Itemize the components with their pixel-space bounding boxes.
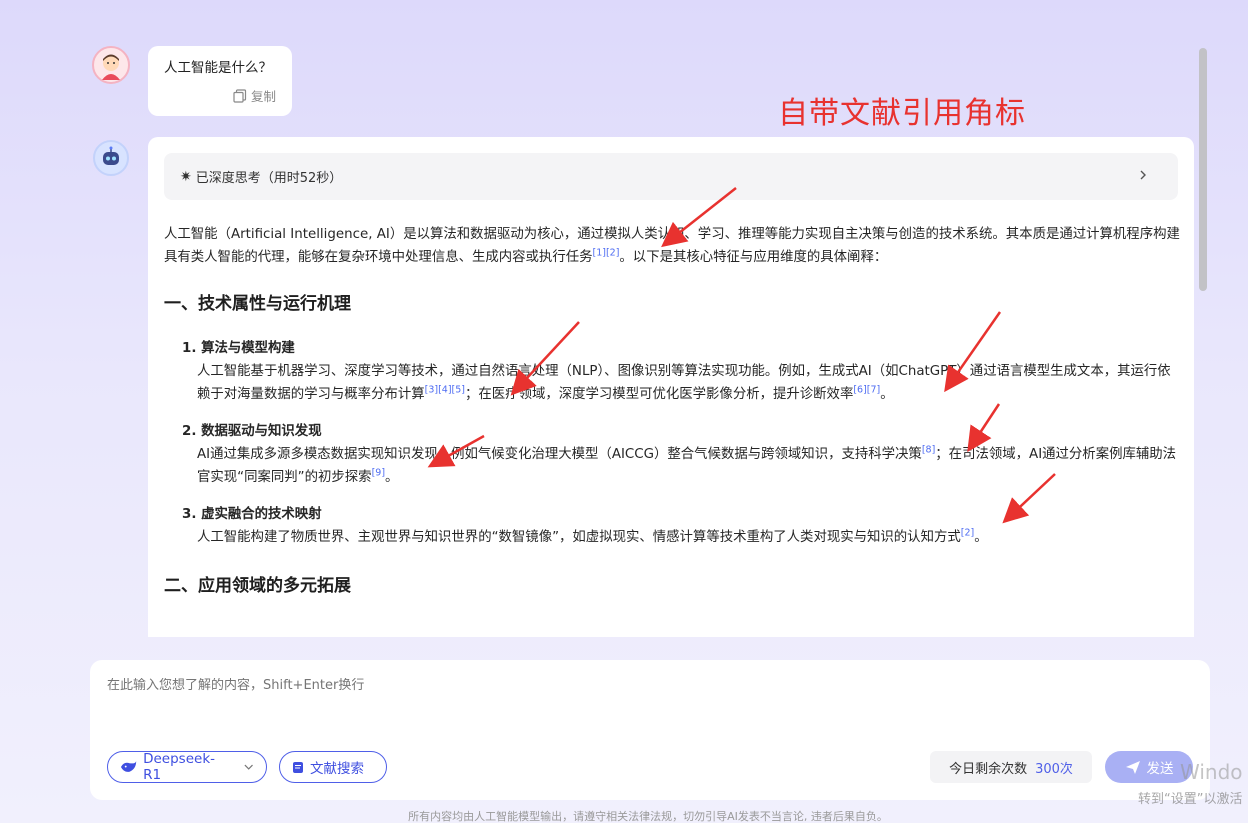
chevron-right-icon bbox=[1140, 170, 1146, 180]
reference-marker[interactable]: [6][7] bbox=[853, 385, 880, 396]
reference-marker[interactable]: [1][2] bbox=[593, 248, 620, 259]
literature-search-button[interactable]: 文献搜索 bbox=[279, 751, 387, 783]
bot-avatar bbox=[93, 140, 129, 176]
model-label: Deepseek-R1 bbox=[143, 751, 216, 783]
quota-label: 今日剩余次数 bbox=[949, 761, 1028, 777]
list-item-body: AI通过集成多源多模态数据实现知识发现，例如气候变化治理大模型（AICCG）整合… bbox=[197, 444, 1177, 485]
literature-search-label: 文献搜索 bbox=[310, 761, 364, 777]
send-icon bbox=[1125, 760, 1140, 774]
activation-watermark-title: Windo bbox=[1180, 760, 1243, 784]
deep-think-label: 已深度思考（用时52秒） bbox=[195, 171, 343, 186]
user-message-text: 人工智能是什么？ bbox=[164, 60, 272, 76]
list-item-title: 3. 虚实融合的技术映射 bbox=[182, 507, 322, 522]
list-item: 1. 算法与模型构建 人工智能基于机器学习、深度学习等技术，通过自然语言处理（N… bbox=[164, 337, 1180, 406]
model-selector[interactable]: Deepseek-R1 bbox=[107, 751, 267, 783]
list-item-body: 人工智能基于机器学习、深度学习等技术，通过自然语言处理（NLP）、图像识别等算法… bbox=[197, 364, 1171, 402]
copy-label: 复制 bbox=[250, 89, 276, 104]
scrollbar[interactable] bbox=[1199, 48, 1209, 293]
quota-display: 今日剩余次数 300次 bbox=[930, 751, 1092, 783]
send-label: 发送 bbox=[1146, 761, 1174, 777]
chat-input[interactable] bbox=[107, 678, 1107, 693]
activation-watermark-text: 转到“设置”以激活 bbox=[1138, 792, 1243, 807]
user-message-bubble: 人工智能是什么？ 复制 bbox=[148, 46, 292, 116]
list-item-body: 人工智能构建了物质世界、主观世界与知识世界的“数智镜像”，如虚拟现实、情感计算等… bbox=[197, 527, 988, 545]
chat-input-panel: Deepseek-R1 文献搜索 今日剩余次数 300次 发送 bbox=[90, 660, 1210, 800]
answer-card: ✷ 已深度思考（用时52秒） 人工智能（Artificial Intellige… bbox=[148, 137, 1194, 637]
reference-marker[interactable]: [2] bbox=[961, 528, 974, 539]
document-icon bbox=[293, 761, 303, 773]
list-item-title: 2. 数据驱动与知识发现 bbox=[182, 424, 322, 439]
list-item: 3. 虚实融合的技术映射 人工智能构建了物质世界、主观世界与知识世界的“数智镜像… bbox=[164, 503, 1180, 549]
user-avatar bbox=[92, 46, 130, 84]
answer-content: 人工智能（Artificial Intelligence, AI）是以算法和数据… bbox=[164, 223, 1180, 619]
list-item-title: 1. 算法与模型构建 bbox=[182, 341, 295, 356]
copy-icon bbox=[233, 88, 247, 103]
footer-disclaimer: 所有内容均由人工智能模型输出，请遵守相关法律法规，切勿引导AI发表不当言论, 违… bbox=[408, 810, 888, 823]
scrollbar-thumb[interactable] bbox=[1199, 48, 1207, 291]
reference-marker[interactable]: [3][4][5] bbox=[425, 385, 465, 396]
annotation-text: 自带文献引用角标 bbox=[778, 96, 1026, 131]
reference-marker[interactable]: [9] bbox=[372, 468, 385, 479]
intro-paragraph: 人工智能（Artificial Intelligence, AI）是以算法和数据… bbox=[164, 227, 1180, 265]
section-heading-2: 二、应用领域的多元拓展 bbox=[164, 576, 351, 596]
reference-marker[interactable]: [8] bbox=[922, 445, 935, 456]
section-heading-1: 一、技术属性与运行机理 bbox=[164, 294, 351, 314]
whale-icon bbox=[120, 761, 137, 772]
quota-value: 300次 bbox=[1035, 761, 1073, 777]
list-item: 2. 数据驱动与知识发现 AI通过集成多源多模态数据实现知识发现，例如气候变化治… bbox=[164, 420, 1180, 489]
copy-button[interactable]: 复制 bbox=[233, 86, 276, 105]
chevron-down-icon bbox=[244, 764, 253, 770]
deep-think-toggle[interactable]: ✷ 已深度思考（用时52秒） bbox=[164, 153, 1178, 200]
spark-icon: ✷ bbox=[180, 168, 192, 185]
